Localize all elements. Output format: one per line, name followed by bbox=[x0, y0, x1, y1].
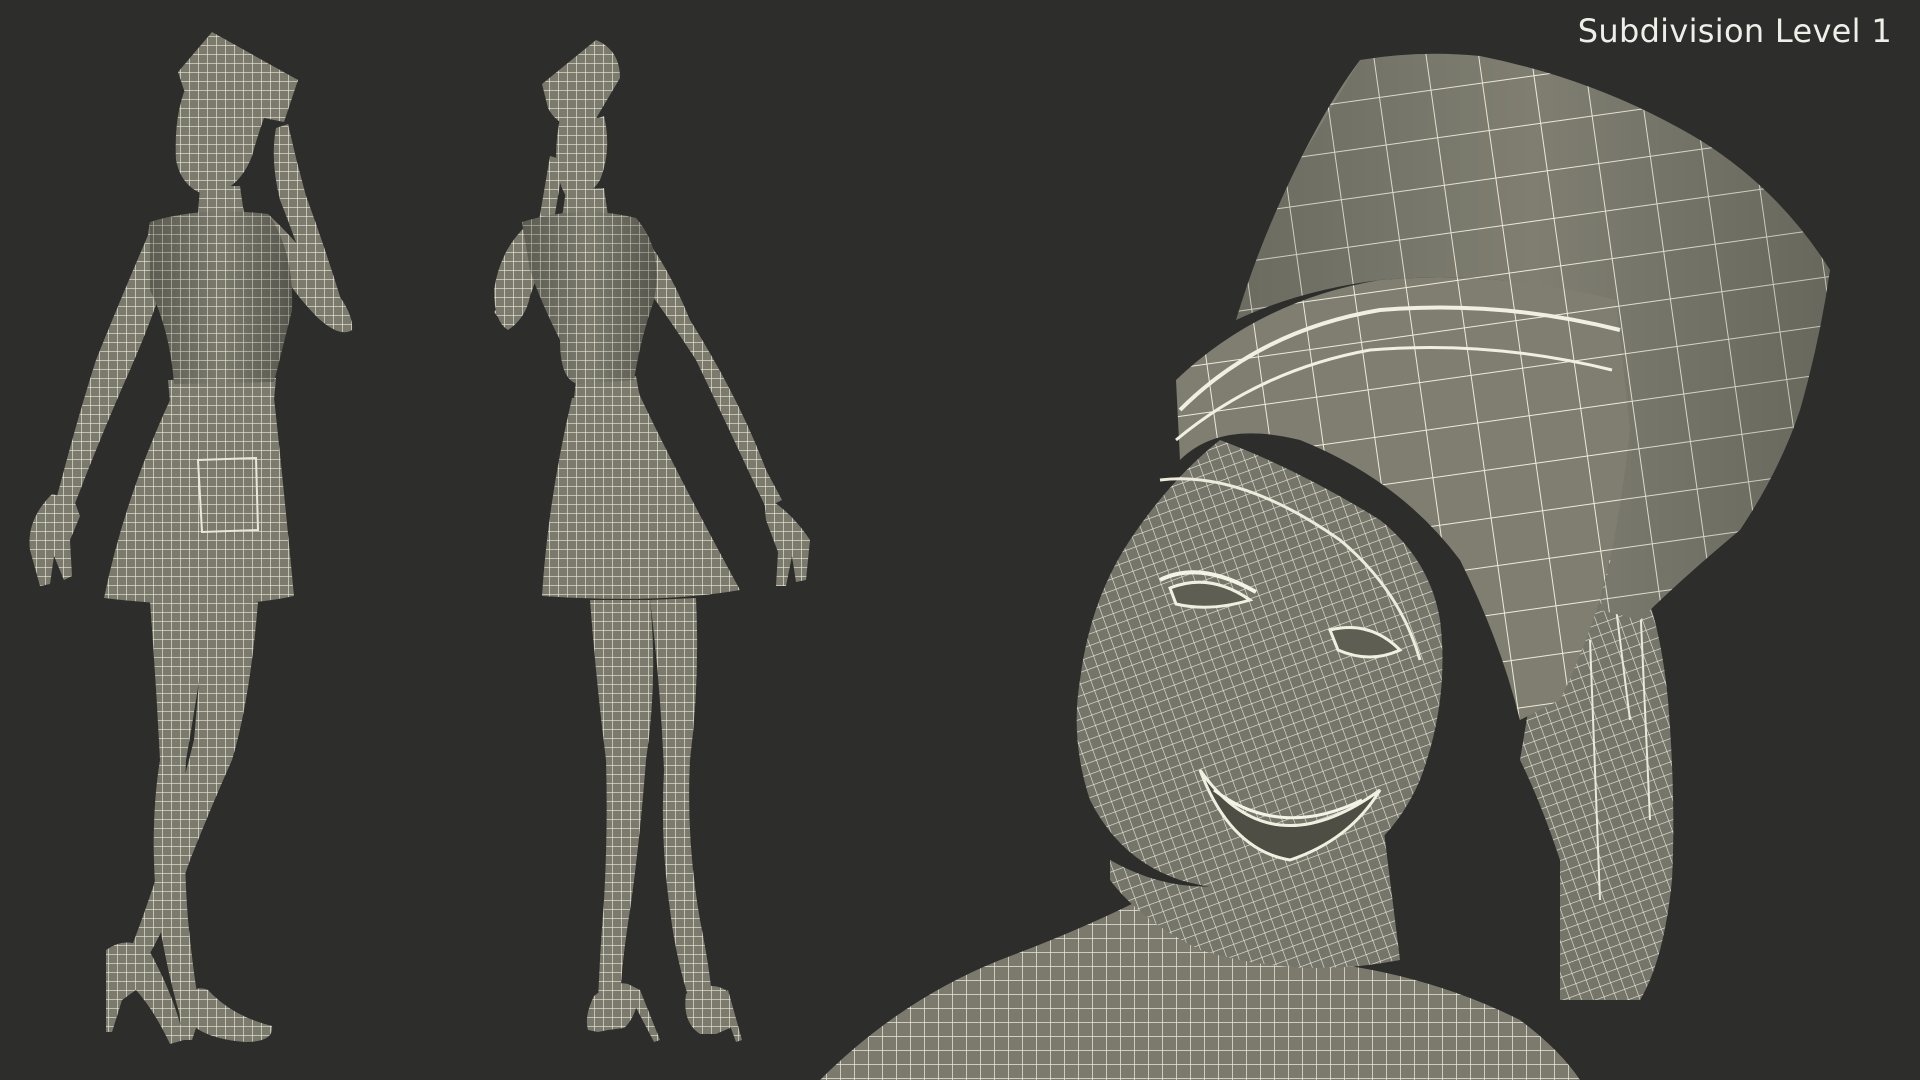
figure-back-hat bbox=[542, 40, 620, 132]
figure-back-leg-right bbox=[650, 598, 712, 1002]
figure-back-shoe-left bbox=[586, 983, 640, 1032]
subdivision-level-label: Subdivision Level 1 bbox=[1577, 12, 1892, 50]
figure-back-leg-left bbox=[590, 600, 654, 1002]
figure-back-skirt bbox=[542, 396, 740, 599]
figure-front-head bbox=[175, 92, 270, 196]
figure-front-skirt bbox=[104, 398, 294, 605]
face-close-up bbox=[820, 53, 1830, 1080]
figure-front-shoe-left bbox=[178, 988, 273, 1042]
figure-front-view bbox=[29, 32, 353, 1044]
figure-back-view bbox=[494, 40, 810, 1042]
figure-back-head bbox=[556, 116, 608, 197]
render-canvas bbox=[29, 32, 1830, 1080]
